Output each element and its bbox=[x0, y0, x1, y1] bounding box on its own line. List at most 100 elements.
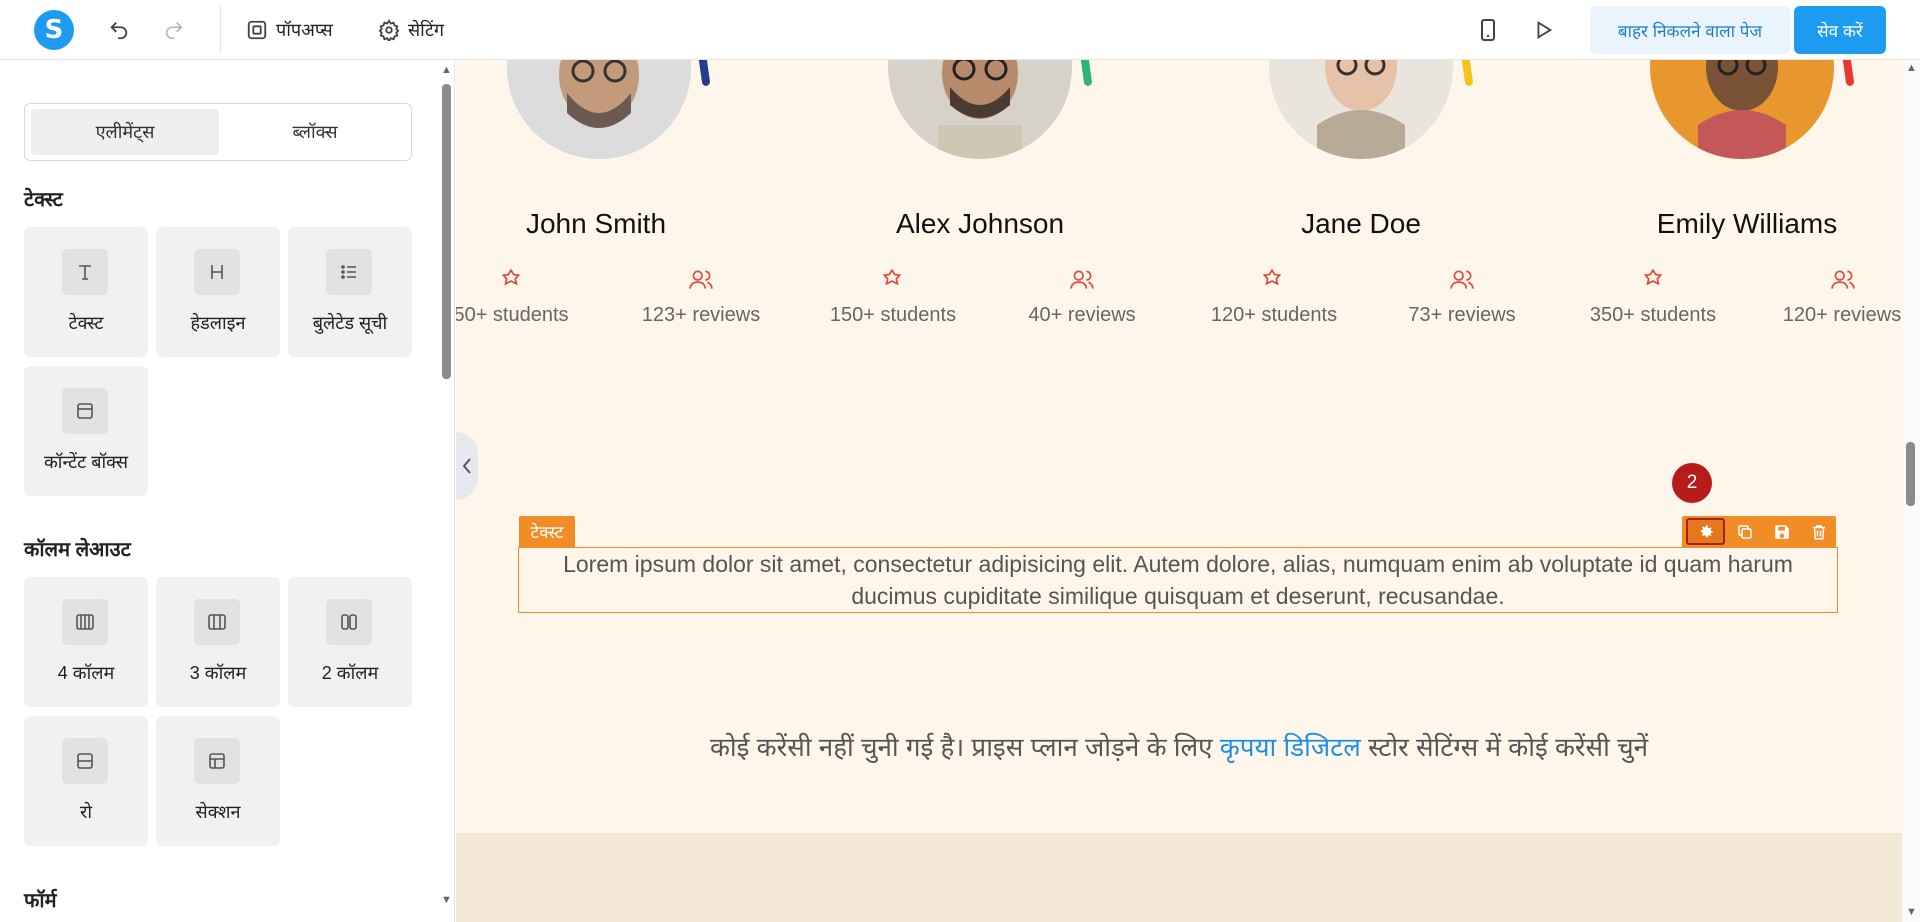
toolbar-divider bbox=[220, 6, 221, 54]
element-tile-4-columns[interactable]: 4 कॉलम bbox=[24, 577, 148, 707]
scroll-up-icon[interactable]: ▲ bbox=[441, 64, 452, 76]
instructor-reviews: 40+ reviews bbox=[1028, 304, 1136, 326]
popup-icon bbox=[247, 20, 267, 40]
instructor-students: 150+ students bbox=[829, 304, 957, 326]
mobile-preview-icon[interactable] bbox=[1475, 17, 1501, 43]
delete-button[interactable] bbox=[1801, 518, 1836, 545]
exit-page-button[interactable]: बाहर निकलने वाला पेज bbox=[1590, 6, 1790, 54]
popups-label: पॉपअप्स bbox=[276, 20, 333, 40]
currency-notice-suffix: स्टोर सेटिंग्स में कोई करेंसी चुनें bbox=[1360, 732, 1649, 762]
collapse-sidebar-button[interactable] bbox=[456, 432, 478, 500]
trash-icon bbox=[1812, 524, 1825, 539]
tile-label: 3 कॉलम bbox=[189, 663, 247, 683]
text-icon bbox=[62, 249, 108, 295]
tile-label: टेक्स्ट bbox=[68, 313, 104, 333]
instructor-avatar bbox=[1269, 60, 1453, 159]
section-title-text: टेक्स्ट bbox=[24, 189, 63, 211]
award-icon bbox=[877, 265, 907, 295]
floppy-disk-icon bbox=[1774, 524, 1789, 539]
element-tile-row[interactable]: रो bbox=[24, 716, 148, 846]
element-settings-button[interactable] bbox=[1686, 518, 1725, 545]
scroll-up-icon[interactable]: ▲ bbox=[1906, 62, 1917, 74]
tile-label: 4 कॉलम bbox=[57, 663, 115, 683]
settings-label: सेटिंग bbox=[408, 20, 445, 40]
tab-elements[interactable]: एलीमेंट्स bbox=[31, 109, 219, 155]
tab-blocks[interactable]: ब्लॉक्स bbox=[221, 109, 409, 155]
users-icon bbox=[686, 265, 716, 295]
tile-label: कॉन्टेंट बॉक्स bbox=[43, 452, 129, 472]
sidebar-scrollbar[interactable]: ▲ ▼ bbox=[439, 60, 454, 922]
scroll-down-icon[interactable]: ▼ bbox=[441, 894, 452, 906]
instructor-reviews: 73+ reviews bbox=[1408, 304, 1516, 326]
element-tile-2-columns[interactable]: 2 कॉलम bbox=[288, 577, 412, 707]
three-columns-icon bbox=[194, 599, 240, 645]
element-tile-content-box[interactable]: कॉन्टेंट बॉक्स bbox=[24, 366, 148, 496]
canvas-scroll-thumb[interactable] bbox=[1906, 442, 1915, 506]
instructor-reviews: 123+ reviews bbox=[641, 304, 761, 326]
gear-icon bbox=[378, 19, 400, 41]
page-canvas: John Smith 50+ students 123+ reviews Ale… bbox=[456, 60, 1902, 922]
decor-arc bbox=[1841, 60, 1855, 87]
sidebar-tabs: एलीमेंट्स ब्लॉक्स bbox=[24, 103, 412, 161]
instructor-avatar bbox=[1650, 60, 1834, 159]
store-settings-link[interactable]: कृपया डिजिटल bbox=[1220, 732, 1361, 762]
play-preview-icon[interactable] bbox=[1530, 17, 1556, 43]
heading-icon bbox=[194, 249, 240, 295]
selected-text-element[interactable]: Lorem ipsum dolor sit amet, consectetur … bbox=[518, 547, 1838, 613]
element-tile-section[interactable]: सेक्शन bbox=[156, 716, 280, 846]
users-icon bbox=[1447, 265, 1477, 295]
users-icon bbox=[1828, 265, 1858, 295]
sidebar-scroll-thumb[interactable] bbox=[442, 84, 451, 379]
copy-icon bbox=[1737, 524, 1752, 539]
decor-arc bbox=[1079, 60, 1093, 87]
chevron-left-icon bbox=[462, 458, 471, 474]
users-icon bbox=[1067, 265, 1097, 295]
instructor-reviews: 120+ reviews bbox=[1782, 304, 1902, 326]
scroll-down-icon[interactable]: ▼ bbox=[1906, 906, 1917, 918]
element-tile-3-columns[interactable]: 3 कॉलम bbox=[156, 577, 280, 707]
duplicate-button[interactable] bbox=[1727, 518, 1762, 545]
tile-label: बुलेटेड सूची bbox=[312, 313, 388, 333]
instructor-name: Emily Williams bbox=[1656, 208, 1838, 239]
tile-label: रो bbox=[79, 802, 93, 822]
gear-icon bbox=[1700, 524, 1713, 537]
section-title-form: फॉर्म bbox=[24, 890, 57, 912]
currency-notice: कोई करेंसी नहीं चुनी गई है। प्राइस प्लान… bbox=[456, 728, 1902, 764]
person-photo-icon bbox=[1269, 60, 1453, 159]
decor-arc bbox=[697, 60, 711, 87]
save-block-button[interactable] bbox=[1764, 518, 1799, 545]
next-section-band bbox=[456, 833, 1902, 922]
popups-button[interactable]: पॉपअप्स bbox=[246, 15, 333, 45]
undo-icon[interactable] bbox=[106, 17, 132, 43]
tile-label: हेडलाइन bbox=[190, 313, 246, 333]
step-badge: 2 bbox=[1672, 463, 1712, 503]
element-type-tag: टेक्स्ट bbox=[519, 516, 575, 547]
canvas-scrollbar[interactable]: ▲ ▼ bbox=[1902, 60, 1920, 922]
tile-label: सेक्शन bbox=[195, 802, 241, 822]
row-icon bbox=[62, 738, 108, 784]
decor-arc bbox=[1460, 60, 1474, 87]
instructor-name: John Smith bbox=[525, 208, 667, 239]
settings-button[interactable]: सेटिंग bbox=[378, 15, 444, 45]
element-tile-bulleted-list[interactable]: बुलेटेड सूची bbox=[288, 227, 412, 357]
section-icon bbox=[194, 738, 240, 784]
element-toolbar bbox=[1682, 516, 1836, 547]
currency-notice-prefix: कोई करेंसी नहीं चुनी गई है। प्राइस प्लान… bbox=[709, 732, 1220, 762]
content-box-icon bbox=[62, 388, 108, 434]
instructor-name: Alex Johnson bbox=[895, 208, 1065, 239]
person-photo-icon bbox=[888, 60, 1072, 159]
person-photo-icon bbox=[1650, 60, 1834, 159]
save-button[interactable]: सेव करें bbox=[1794, 6, 1886, 54]
element-tile-text[interactable]: टेक्स्ट bbox=[24, 227, 148, 357]
four-columns-icon bbox=[62, 599, 108, 645]
instructor-name: Jane Doe bbox=[1301, 208, 1421, 239]
instructor-students: 50+ students bbox=[456, 304, 569, 326]
app-logo[interactable]: S bbox=[34, 10, 74, 50]
instructor-avatar bbox=[507, 60, 691, 159]
instructor-students: 120+ students bbox=[1210, 304, 1338, 326]
tile-label: 2 कॉलम bbox=[321, 663, 379, 683]
redo-icon[interactable] bbox=[161, 17, 187, 43]
element-tile-headline[interactable]: हेडलाइन bbox=[156, 227, 280, 357]
award-icon bbox=[1257, 265, 1287, 295]
person-photo-icon bbox=[507, 60, 691, 159]
